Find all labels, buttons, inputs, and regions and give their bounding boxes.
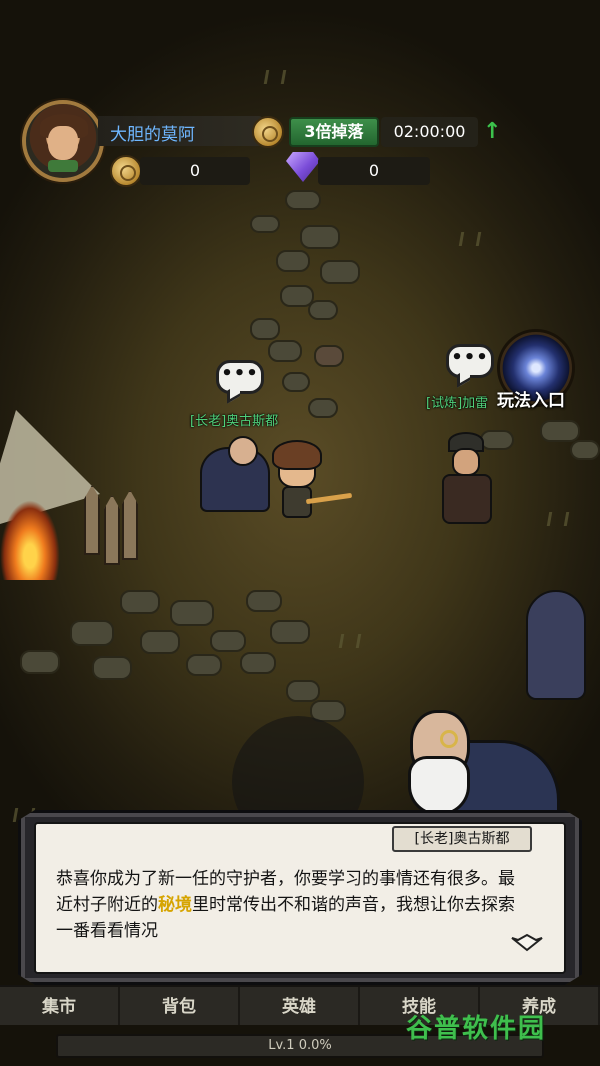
- elder-chat-bubble[interactable]: •••: [216, 360, 264, 394]
- wooden-stake: [122, 490, 138, 560]
- grass-tuft: [338, 634, 362, 648]
- path-stone: [240, 652, 276, 674]
- guard-body: [442, 474, 492, 524]
- tab-heroes[interactable]: 英雄: [240, 987, 360, 1025]
- gold-counter: 0: [140, 157, 250, 185]
- path-stone: [246, 590, 282, 612]
- portal-label[interactable]: 玩法入口: [497, 386, 565, 411]
- path-stone: [140, 630, 180, 654]
- path-stone: [250, 215, 280, 233]
- path-stone: [70, 620, 114, 646]
- player-avatar[interactable]: [22, 100, 104, 182]
- campfire: [0, 500, 60, 580]
- path-stone: [570, 440, 600, 460]
- path-stone: [250, 318, 280, 340]
- tab-backpack[interactable]: 背包: [120, 987, 240, 1025]
- path-stone: [540, 420, 580, 442]
- elder-npc-label: [长老]奥古斯都: [190, 414, 279, 429]
- path-stone: [92, 656, 132, 680]
- path-stone: [210, 630, 246, 652]
- trial-npc-label: [试炼]加雷: [426, 396, 489, 411]
- path-stone: [300, 225, 340, 249]
- hero-hair: [272, 440, 322, 470]
- path-stone: [320, 260, 360, 284]
- rock: [314, 345, 344, 367]
- portrait-beard: [408, 756, 470, 816]
- elder-npc[interactable]: [200, 432, 270, 512]
- path-stone: [268, 340, 302, 362]
- watermark: 谷普软件园: [406, 1014, 547, 1044]
- dialog-speaker: [长老]奥古斯都: [392, 826, 532, 852]
- path-stone: [270, 620, 310, 644]
- path-stone: [276, 250, 310, 272]
- path-stone: [282, 372, 310, 392]
- dialog-highlight: 秘境: [158, 895, 192, 915]
- bonus-timer: 02:00:00: [381, 117, 478, 147]
- guard-face: [452, 448, 480, 476]
- path-stone: [186, 654, 222, 676]
- arrow-up-icon: ↑: [483, 119, 502, 144]
- drop-coin-icon: [252, 116, 284, 148]
- avatar-face: [48, 126, 78, 160]
- wooden-stake: [84, 485, 100, 555]
- drop-bonus-badge[interactable]: 3倍掉落: [289, 117, 379, 147]
- path-stone: [20, 650, 60, 674]
- player-name-bar[interactable]: 大胆的莫阿: [98, 116, 263, 146]
- path-stone: [170, 600, 214, 626]
- rabbit-npc[interactable]: [526, 590, 586, 700]
- avatar-collar: [48, 160, 78, 172]
- elder-head: [228, 436, 258, 466]
- trial-npc[interactable]: [442, 432, 494, 528]
- path-stone: [308, 300, 338, 320]
- trial-chat-bubble[interactable]: •••: [446, 344, 494, 378]
- dialog-text: 恭喜你成为了新一任的守护者，你要学习的事情还有很多。最近村子附近的秘境里时常传出…: [56, 866, 526, 944]
- path-stone: [286, 680, 320, 702]
- wooden-stake: [104, 495, 120, 565]
- player-name: 大胆的莫阿: [110, 125, 195, 145]
- player-hero[interactable]: [272, 440, 324, 520]
- tab-market[interactable]: 集市: [0, 987, 120, 1025]
- continue-arrow-icon[interactable]: [510, 932, 544, 954]
- monocle-icon: [440, 730, 458, 748]
- path-stone: [308, 398, 338, 418]
- grass-tuft: [458, 232, 482, 246]
- gem-counter: 0: [318, 157, 430, 185]
- path-stone: [120, 590, 160, 614]
- path-stone: [285, 190, 321, 210]
- grass-tuft: [546, 512, 570, 526]
- gold-coin-icon: [110, 155, 142, 187]
- grass-tuft: [263, 70, 287, 84]
